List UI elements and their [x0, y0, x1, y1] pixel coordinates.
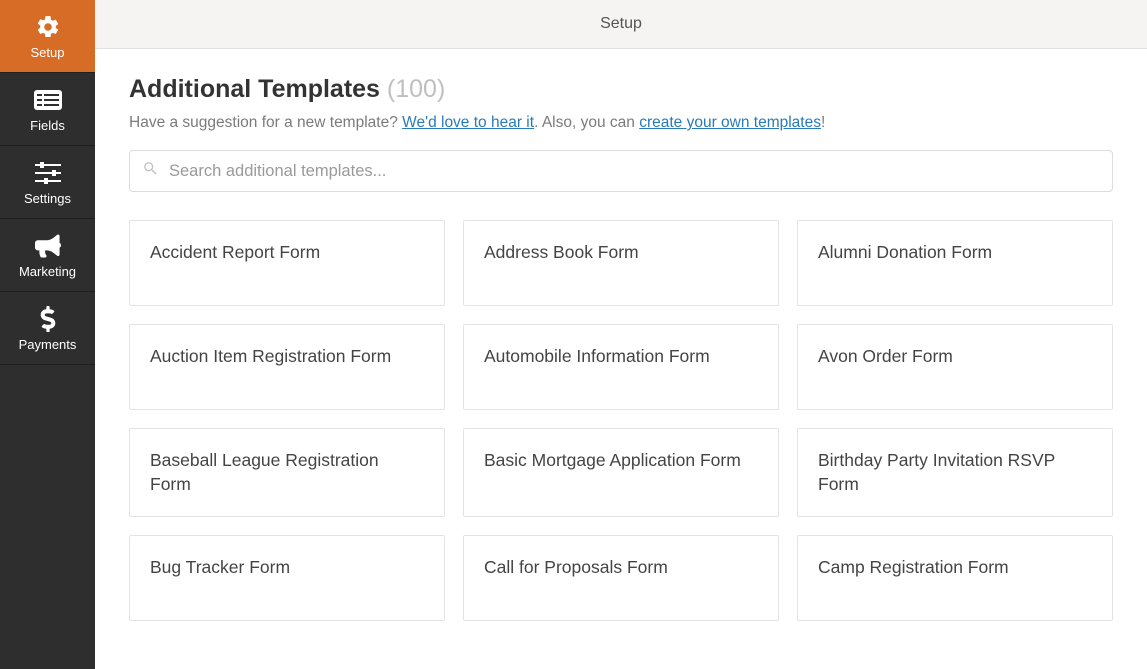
sidebar: Setup Fields Settings Marketing Payments: [0, 0, 95, 669]
sidebar-item-marketing[interactable]: Marketing: [0, 219, 95, 292]
template-name: Bug Tracker Form: [150, 557, 290, 577]
sidebar-item-label: Settings: [24, 191, 71, 206]
template-name: Baseball League Registration Form: [150, 450, 379, 494]
template-name: Automobile Information Form: [484, 346, 710, 366]
page-header-title: Setup: [600, 15, 642, 33]
suggestion-link-hear-it[interactable]: We'd love to hear it: [402, 114, 534, 131]
top-header: Setup: [95, 0, 1147, 49]
template-card[interactable]: Birthday Party Invitation RSVP Form: [797, 428, 1113, 517]
sidebar-item-fields[interactable]: Fields: [0, 73, 95, 146]
page-title-text: Additional Templates: [129, 75, 380, 103]
template-card[interactable]: Camp Registration Form: [797, 535, 1113, 621]
sidebar-item-label: Payments: [19, 337, 77, 352]
sidebar-item-label: Fields: [30, 118, 65, 133]
template-name: Call for Proposals Form: [484, 557, 668, 577]
dollar-icon: [40, 305, 56, 333]
template-grid: Accident Report Form Address Book Form A…: [129, 220, 1113, 621]
list-icon: [34, 86, 62, 114]
template-name: Auction Item Registration Form: [150, 346, 391, 366]
template-name: Birthday Party Invitation RSVP Form: [818, 450, 1055, 494]
template-card[interactable]: Basic Mortgage Application Form: [463, 428, 779, 517]
template-name: Basic Mortgage Application Form: [484, 450, 741, 470]
template-card[interactable]: Auction Item Registration Form: [129, 324, 445, 410]
bullhorn-icon: [35, 232, 61, 260]
content: Additional Templates (100) Have a sugges…: [95, 49, 1147, 669]
gear-icon: [35, 13, 61, 41]
search-box[interactable]: [129, 150, 1113, 192]
template-card[interactable]: Automobile Information Form: [463, 324, 779, 410]
template-name: Camp Registration Form: [818, 557, 1009, 577]
template-card[interactable]: Bug Tracker Form: [129, 535, 445, 621]
suggestion-suffix: !: [821, 114, 825, 131]
sliders-icon: [35, 159, 61, 187]
template-name: Accident Report Form: [150, 242, 320, 262]
suggestion-middle: . Also, you can: [534, 114, 639, 131]
template-card[interactable]: Accident Report Form: [129, 220, 445, 306]
sidebar-item-setup[interactable]: Setup: [0, 0, 95, 73]
sidebar-item-label: Setup: [31, 45, 65, 60]
sidebar-item-settings[interactable]: Settings: [0, 146, 95, 219]
template-card[interactable]: Address Book Form: [463, 220, 779, 306]
template-card[interactable]: Avon Order Form: [797, 324, 1113, 410]
page-title: Additional Templates (100): [129, 75, 1113, 104]
template-name: Avon Order Form: [818, 346, 953, 366]
sidebar-item-payments[interactable]: Payments: [0, 292, 95, 365]
template-card[interactable]: Alumni Donation Form: [797, 220, 1113, 306]
main: Setup Additional Templates (100) Have a …: [95, 0, 1147, 669]
suggestion-prefix: Have a suggestion for a new template?: [129, 114, 402, 131]
suggestion-link-create-own[interactable]: create your own templates: [639, 114, 821, 131]
template-card[interactable]: Baseball League Registration Form: [129, 428, 445, 517]
template-name: Alumni Donation Form: [818, 242, 992, 262]
template-card[interactable]: Call for Proposals Form: [463, 535, 779, 621]
search-icon: [142, 160, 159, 182]
search-input[interactable]: [169, 162, 1100, 181]
page-title-count: (100): [387, 75, 445, 103]
sidebar-item-label: Marketing: [19, 264, 76, 279]
template-name: Address Book Form: [484, 242, 639, 262]
suggestion-line: Have a suggestion for a new template? We…: [129, 114, 1113, 132]
